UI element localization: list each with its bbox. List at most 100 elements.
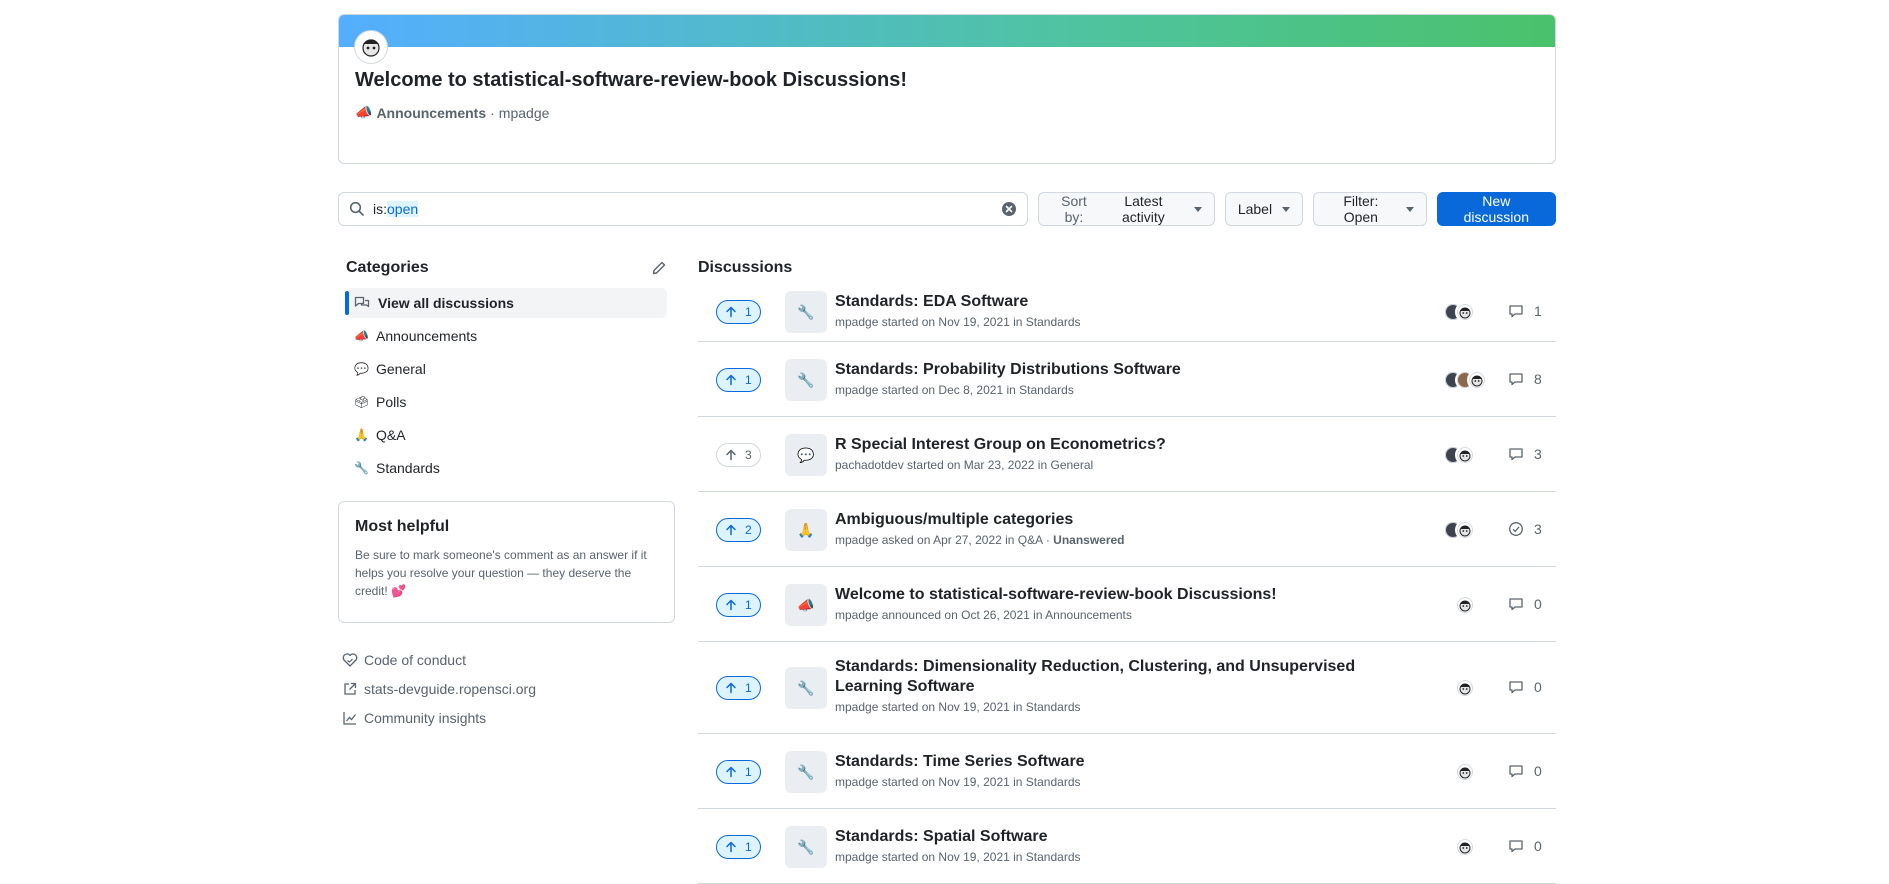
discussion-meta-text: pachadotdev started on Mar 23, 2022 in G… [835,458,1094,472]
pencil-icon[interactable] [651,260,667,276]
comment-count[interactable]: 0 [1508,838,1542,854]
discussion-row[interactable]: 3 💬 R Special Interest Group on Econometri… [698,417,1556,492]
upvote-button[interactable]: 1 [716,835,761,859]
discussion-title[interactable]: Ambiguous/multiple categories [835,510,1395,530]
discussion-title[interactable]: Standards: Probability Distributions Sof… [835,360,1395,380]
wrench-icon: 🔧 [797,763,815,780]
announcement-category[interactable]: Announcements [376,105,486,121]
label-dropdown[interactable]: Label [1224,192,1304,226]
comment-count-value: 0 [1534,763,1542,779]
new-discussion-button[interactable]: New discussion [1436,192,1556,226]
code-of-conduct-link[interactable]: Code of conduct [342,645,675,674]
discussion-row[interactable]: 2 🙏 Ambiguous/multiple categories mpadge as… [698,492,1556,567]
discussion-row[interactable]: 1 🔧 Standards: Time Series Software mpadge … [698,734,1556,809]
avatar[interactable] [355,31,387,63]
avatar[interactable] [1455,837,1475,857]
upvote-button[interactable]: 3 [716,443,761,467]
participant-avatars [1455,762,1475,782]
code-of-conduct-label: Code of conduct [364,651,466,668]
sidebar-item-polls[interactable]: 🗳 Polls [346,387,667,417]
comment-count-value: 3 [1534,521,1542,537]
praying-hands-icon: 🙏 [354,428,369,442]
discussion-meta-text: mpadge started on Nov 19, 2021 in Standa… [835,700,1081,714]
avatar-icon [1459,450,1471,462]
comment-count[interactable]: 8 [1508,371,1542,387]
discussion-row[interactable]: 1 📣 Welcome to statistical-software-review… [698,567,1556,642]
avatar[interactable] [1467,370,1487,390]
avatar[interactable] [1455,762,1475,782]
sidebar-item-general[interactable]: 💬 General [346,354,667,384]
discussion-row[interactable]: 1 🔧 Standards: Probability Distributions S… [698,342,1556,417]
upvote-button[interactable]: 2 [716,518,761,542]
avatar[interactable] [1455,302,1475,322]
sort-dropdown[interactable]: Sort by: Latest activity [1038,192,1215,226]
discussion-meta: mpadge announced on Oct 26, 2021 in Anno… [835,608,1395,622]
discussion-text: Standards: Time Series Software mpadge st… [835,752,1395,789]
upvote-button[interactable]: 1 [716,760,761,784]
comment-count[interactable]: 3 [1508,446,1542,462]
discussion-text: Standards: EDA Software mpadge started on… [835,292,1395,329]
upvote-button[interactable]: 1 [716,368,761,392]
upvote-button[interactable]: 1 [716,300,761,324]
comment-count[interactable]: 0 [1508,763,1542,779]
upvote-count: 1 [745,305,752,319]
upvote-count: 2 [745,523,752,537]
comment-count[interactable]: 1 [1508,303,1542,319]
avatar[interactable] [1455,678,1475,698]
meta-separator: · [490,104,495,121]
comment-count-value: 0 [1534,596,1542,612]
filter-dropdown[interactable]: Filter: Open [1313,192,1427,226]
comment-count-value: 0 [1534,838,1542,854]
sort-label: Sort by: [1061,193,1087,225]
sidebar-item-label: Q&A [376,427,406,443]
discussion-text: Standards: Spatial Software mpadge starte… [835,827,1395,864]
participant-avatars [1443,445,1475,465]
discussion-title[interactable]: Standards: Time Series Software [835,752,1395,772]
arrow-up-icon [726,682,736,694]
comment-count[interactable]: 0 [1508,596,1542,612]
community-insights-link[interactable]: Community insights [342,703,675,732]
upvote-button[interactable]: 1 [716,593,761,617]
categories-sidebar: Categories View all discussions 📣 Announ… [338,254,675,732]
sidebar-item-label: Polls [376,394,407,410]
avatar[interactable] [1455,595,1475,615]
search-input[interactable]: is:open [338,192,1028,226]
wrench-icon: 🔧 [354,461,369,475]
comment-count[interactable]: 3 [1508,521,1542,537]
announcement-title[interactable]: Welcome to statistical-software-review-b… [355,69,907,92]
comment-icon [1509,448,1523,461]
discussion-row[interactable]: 1 🔧 Standards: Dimensionality Reduction, C… [698,642,1556,734]
search-query[interactable]: is:open [373,201,993,217]
discussion-title[interactable]: R Special Interest Group on Econometrics… [835,435,1395,455]
sidebar-links: Code of conduct stats-devguide.ropensci.… [338,645,675,732]
sidebar-item-standards[interactable]: 🔧 Standards [346,453,667,483]
wrench-icon: 🔧 [797,679,815,696]
sidebar-item-view-all[interactable]: View all discussions [345,288,667,318]
discussion-title[interactable]: Standards: Spatial Software [835,827,1395,847]
discussion-meta: mpadge asked on Apr 27, 2022 in Q&A · Un… [835,533,1395,547]
comment-icon [1509,598,1523,611]
discussion-title[interactable]: Welcome to statistical-software-review-b… [835,585,1395,605]
discussion-row[interactable]: 1 🔧 Standards: EDA Software mpadge started … [698,282,1556,342]
clear-search-icon[interactable] [1001,201,1017,217]
upvote-button[interactable]: 1 [716,676,761,700]
announcement-author[interactable]: mpadge [499,105,550,121]
sidebar-item-qa[interactable]: 🙏 Q&A [346,420,667,450]
discussion-meta-text: mpadge announced on Oct 26, 2021 in Anno… [835,608,1132,622]
comment-count[interactable]: 0 [1508,679,1542,695]
discussion-title[interactable]: Standards: Dimensionality Reduction, Clu… [835,657,1395,697]
category-tile: 🙏 [785,509,827,551]
avatar[interactable] [1455,520,1475,540]
discussion-title[interactable]: Standards: EDA Software [835,292,1395,312]
comment-icon [1509,840,1523,853]
sidebar-item-label: Announcements [376,328,478,344]
avatar[interactable] [1455,445,1475,465]
chevron-down-icon [1193,206,1202,212]
announcement-card[interactable]: Welcome to statistical-software-review-b… [338,14,1556,164]
category-tile: 🔧 [785,359,827,401]
speech-balloon-icon: 💬 [797,446,815,463]
devguide-link[interactable]: stats-devguide.ropensci.org [342,674,675,703]
discussion-row[interactable]: 1 🔧 Standards: Spatial Software mpadge star… [698,809,1556,884]
discussion-text: R Special Interest Group on Econometrics… [835,435,1395,472]
sidebar-item-announcements[interactable]: 📣 Announcements [346,321,667,351]
